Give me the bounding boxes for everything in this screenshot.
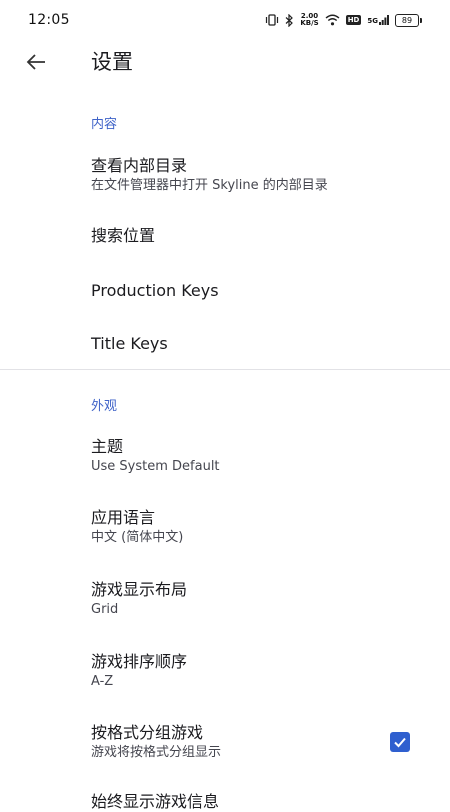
hd-badge: HD <box>345 15 362 25</box>
pref-view-internal-dir[interactable]: 查看内部目录 在文件管理器中打开 Skyline 的内部目录 <box>0 145 450 209</box>
signal-bars-icon <box>379 15 389 25</box>
pref-title: 查看内部目录 <box>91 156 188 175</box>
pref-summary: 游戏将按格式分组显示 <box>91 745 222 760</box>
pref-game-layout[interactable]: 游戏显示布局 Grid <box>0 568 450 632</box>
net-speed-unit: KB/S <box>300 19 319 27</box>
status-time: 12:05 <box>28 12 70 28</box>
vibrate-icon <box>265 14 279 26</box>
pref-summary: Grid <box>91 602 119 617</box>
pref-production-keys[interactable]: Production Keys <box>0 266 450 316</box>
pref-summary: 在文件管理器中打开 Skyline 的内部目录 <box>91 178 328 193</box>
group-by-format-checkbox[interactable] <box>390 732 410 752</box>
pref-title: 游戏显示布局 <box>91 580 188 599</box>
section-header-content: 内容 <box>91 117 118 132</box>
pref-title: 搜索位置 <box>91 226 156 245</box>
app-bar: 设置 <box>0 40 450 84</box>
pref-summary: 中文 (简体中文) <box>91 530 184 545</box>
pref-title-keys[interactable]: Title Keys <box>0 318 450 368</box>
check-icon <box>394 737 406 748</box>
pref-app-language[interactable]: 应用语言 中文 (简体中文) <box>0 496 450 560</box>
status-icons: 2.00 KB/S HD 5G 89 <box>265 13 422 27</box>
pref-title: 主题 <box>91 437 124 456</box>
pref-group-by-format[interactable]: 按格式分组游戏 游戏将按格式分组显示 <box>0 711 450 775</box>
pref-summary: A-Z <box>91 674 114 689</box>
pref-title: Production Keys <box>91 281 219 300</box>
wifi-icon <box>325 14 340 26</box>
battery-level: 89 <box>395 13 419 27</box>
pref-game-sort[interactable]: 游戏排序顺序 A-Z <box>0 640 450 704</box>
page-title: 设置 <box>91 50 133 74</box>
section-divider <box>0 369 450 370</box>
pref-show-game-info[interactable]: 始终显示游戏信息 <box>0 782 450 812</box>
pref-search-location[interactable]: 搜索位置 <box>0 212 450 262</box>
net-speed: 2.00 KB/S <box>300 13 318 27</box>
arrow-back-icon <box>26 54 45 70</box>
cell-signal: 5G <box>367 15 389 25</box>
pref-title: 应用语言 <box>91 508 156 527</box>
pref-title: Title Keys <box>91 334 168 353</box>
pref-title: 始终显示游戏信息 <box>91 792 220 811</box>
pref-summary: Use System Default <box>91 459 220 474</box>
status-bar: 12:05 2.00 KB/S HD 5G 89 <box>0 0 450 40</box>
pref-title: 游戏排序顺序 <box>91 652 188 671</box>
battery-tip <box>420 17 422 23</box>
section-header-appearance: 外观 <box>91 399 118 414</box>
battery-icon: 89 <box>395 13 422 27</box>
back-button[interactable] <box>20 46 52 78</box>
pref-title: 按格式分组游戏 <box>91 723 204 742</box>
pref-theme[interactable]: 主题 Use System Default <box>0 425 450 489</box>
signal-label: 5G <box>367 17 378 25</box>
bluetooth-icon <box>285 13 294 27</box>
